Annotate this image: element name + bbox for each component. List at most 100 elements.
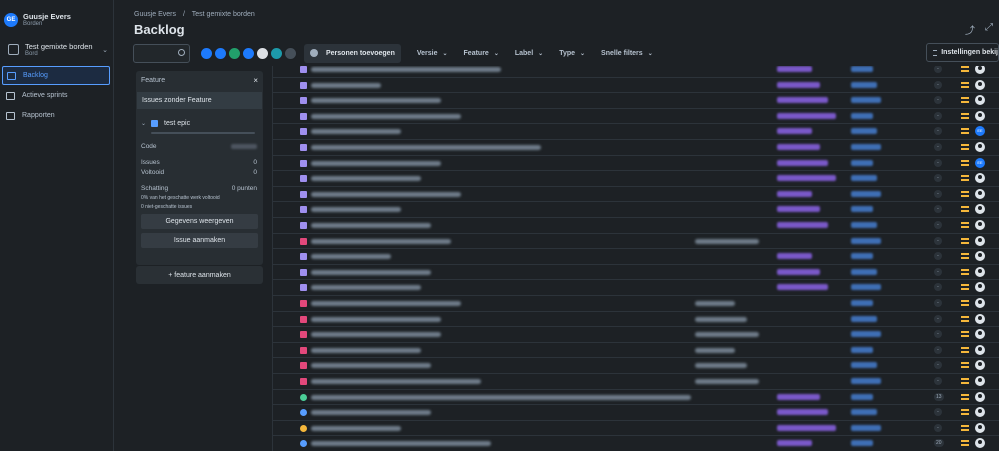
board-selector[interactable]: Test gemixte borden Bord ⌄: [8, 42, 108, 57]
assignee-avatar[interactable]: [975, 422, 985, 433]
table-row[interactable]: -: [273, 171, 999, 187]
avatar[interactable]: [214, 46, 227, 60]
breadcrumb-current[interactable]: Test gemixte borden: [192, 11, 255, 18]
table-row[interactable]: -: [273, 140, 999, 156]
filter-label[interactable]: Label ⌄: [515, 50, 543, 57]
story-points-badge[interactable]: -: [934, 377, 942, 385]
story-points-badge[interactable]: -: [934, 252, 942, 261]
table-row[interactable]: -: [273, 66, 999, 78]
story-points-badge[interactable]: -: [934, 314, 942, 323]
story-points-badge[interactable]: -: [934, 345, 942, 354]
story-points-badge[interactable]: -: [934, 143, 942, 151]
add-people-button[interactable]: Personen toevoegen: [304, 43, 401, 63]
assignee-avatar[interactable]: [975, 251, 985, 262]
assignee-avatar[interactable]: [975, 282, 985, 293]
assignee-avatar[interactable]: [975, 329, 985, 340]
breadcrumb-root[interactable]: Guusje Evers: [134, 11, 176, 18]
avatar[interactable]: [242, 46, 255, 60]
table-row[interactable]: -: [273, 218, 999, 234]
assignee-avatar[interactable]: [975, 188, 985, 199]
assignee-avatar[interactable]: [975, 95, 985, 106]
assignee-avatar[interactable]: [975, 438, 985, 449]
assignee-avatar[interactable]: [975, 407, 985, 418]
filter-type[interactable]: Type ⌄: [559, 50, 585, 57]
avatar[interactable]: [270, 46, 283, 60]
table-row[interactable]: - EE: [273, 124, 999, 140]
table-row[interactable]: -: [273, 187, 999, 203]
assignee-avatar[interactable]: [975, 142, 985, 152]
story-points-badge[interactable]: -: [934, 267, 942, 276]
assignee-avatar[interactable]: [975, 204, 985, 215]
story-points-badge[interactable]: -: [934, 330, 942, 339]
create-feature-button[interactable]: + feature aanmaken: [136, 266, 263, 284]
search-input[interactable]: [133, 43, 190, 63]
view-details-button[interactable]: Gegevens weergeven: [141, 214, 258, 229]
create-issue-button[interactable]: Issue aanmaken: [141, 233, 258, 248]
table-row[interactable]: -: [273, 249, 999, 265]
assignee-avatar[interactable]: EE: [975, 157, 985, 168]
fullscreen-icon[interactable]: ⤢: [985, 22, 993, 37]
story-points-badge[interactable]: -: [934, 158, 942, 167]
story-points-badge[interactable]: -: [934, 423, 942, 432]
assignee-avatar[interactable]: [975, 266, 985, 277]
assignee-avatar[interactable]: [975, 235, 985, 246]
assignee-avatar[interactable]: [975, 220, 985, 230]
table-row[interactable]: -: [273, 296, 999, 312]
filter-feature[interactable]: Feature ⌄: [464, 50, 499, 57]
story-points-badge[interactable]: -: [934, 408, 942, 417]
story-points-badge[interactable]: -: [934, 174, 942, 183]
table-row[interactable]: -: [273, 265, 999, 281]
sidebar-item-reports[interactable]: Rapporten: [2, 106, 110, 125]
table-row[interactable]: -: [273, 93, 999, 109]
story-points-badge[interactable]: -: [934, 236, 942, 245]
table-row[interactable]: -: [273, 202, 999, 218]
sidebar-item-backlog[interactable]: Backlog: [2, 66, 110, 85]
epic-header[interactable]: ⌄ test epic: [141, 117, 258, 129]
assignee-avatar[interactable]: [975, 66, 985, 74]
close-icon[interactable]: ×: [253, 76, 258, 85]
user-profile[interactable]: GE Guusje Evers Borden: [4, 12, 71, 27]
filter-quick[interactable]: Snelle filters ⌄: [601, 50, 653, 57]
assignee-avatar[interactable]: [975, 391, 985, 402]
view-settings-button[interactable]: Instellingen bekij: [926, 43, 999, 62]
avatar[interactable]: [256, 46, 269, 60]
table-row[interactable]: -: [273, 405, 999, 421]
assignee-avatar[interactable]: [975, 376, 985, 386]
sidebar-item-active-sprints[interactable]: Actieve sprints: [2, 86, 110, 105]
filter-version[interactable]: Versie ⌄: [417, 50, 448, 57]
table-row[interactable]: 20: [273, 436, 999, 451]
issues-without-feature[interactable]: Issues zonder Feature: [137, 92, 262, 109]
assignee-avatar[interactable]: [975, 360, 985, 371]
story-points-badge[interactable]: -: [934, 127, 942, 136]
table-row[interactable]: -: [273, 421, 999, 437]
table-row[interactable]: - EE: [273, 156, 999, 172]
assignee-avatar[interactable]: EE: [975, 126, 985, 137]
story-points-badge[interactable]: -: [934, 80, 942, 89]
story-points-badge[interactable]: -: [934, 111, 942, 120]
assignee-avatar[interactable]: [975, 344, 985, 355]
assignee-avatar[interactable]: [975, 298, 985, 308]
table-row[interactable]: -: [273, 327, 999, 343]
story-points-badge[interactable]: -: [934, 96, 942, 105]
avatar[interactable]: [284, 46, 297, 60]
story-points-badge[interactable]: -: [934, 189, 942, 198]
story-points-badge[interactable]: 20: [934, 439, 944, 448]
assignee-avatar[interactable]: [975, 110, 985, 121]
assignee-avatar[interactable]: [975, 313, 985, 324]
table-row[interactable]: -: [273, 280, 999, 296]
table-row[interactable]: -: [273, 312, 999, 328]
story-points-badge[interactable]: -: [934, 66, 942, 73]
story-points-badge[interactable]: -: [934, 221, 942, 229]
table-row[interactable]: 13: [273, 390, 999, 406]
story-points-badge[interactable]: -: [934, 283, 942, 292]
avatar[interactable]: [200, 46, 213, 60]
table-row[interactable]: -: [273, 343, 999, 359]
assignee-avatar[interactable]: [975, 173, 985, 184]
story-points-badge[interactable]: -: [934, 205, 942, 214]
table-row[interactable]: -: [273, 374, 999, 390]
share-icon[interactable]: ⤴: [965, 22, 975, 37]
story-points-badge[interactable]: -: [934, 361, 942, 370]
story-points-badge[interactable]: 13: [934, 392, 944, 401]
table-row[interactable]: -: [273, 358, 999, 374]
assignee-avatar[interactable]: [975, 79, 985, 90]
